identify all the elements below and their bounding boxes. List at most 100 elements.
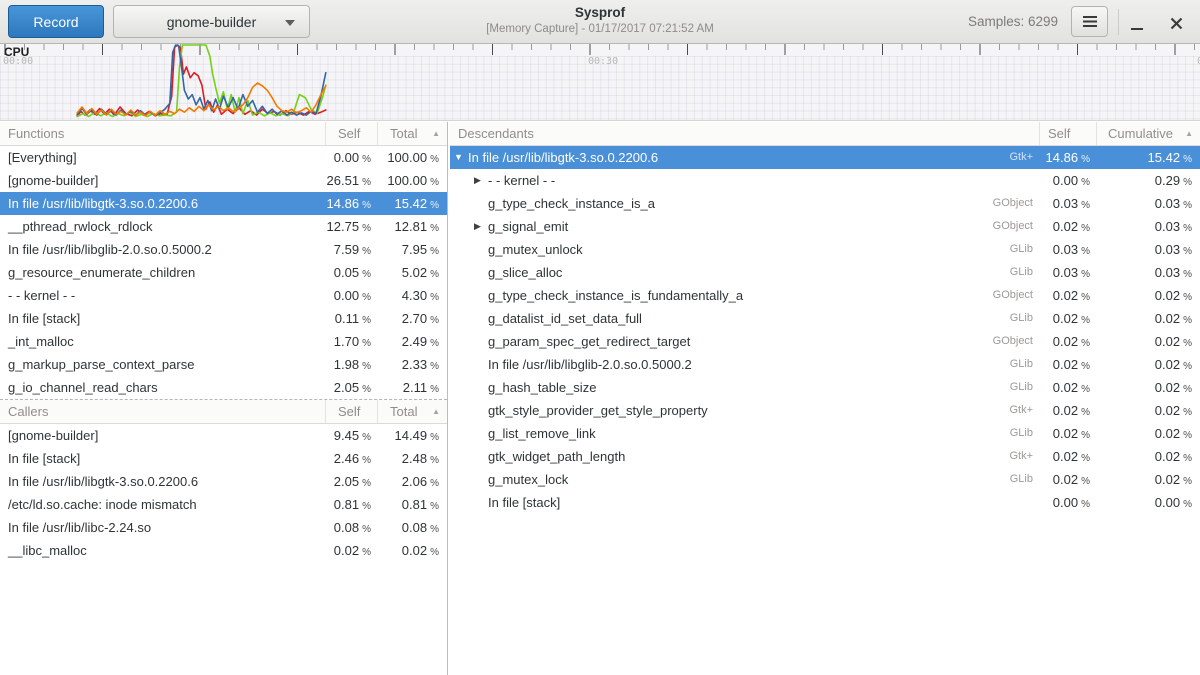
descendant-name-cell: g_type_check_instance_is_fundamentally_a… <box>450 284 1039 307</box>
descendant-row[interactable]: ▶g_signal_emitGObject0.02%0.03% <box>450 215 1200 238</box>
percent-sign: % <box>430 432 439 443</box>
percent-sign: % <box>1183 246 1192 257</box>
descendant-row[interactable]: In file [stack]0.00%0.00% <box>450 491 1200 514</box>
descendant-name-cell: gtk_widget_path_lengthGtk+ <box>450 445 1039 468</box>
cpu-graph[interactable]: CPU 00:00 00:30 01:00 <box>0 44 1200 121</box>
functions-column-header[interactable]: Functions <box>0 122 325 145</box>
sort-ascending-icon: ▲ <box>1185 122 1193 145</box>
close-button[interactable] <box>1163 10 1189 36</box>
function-row[interactable]: g_resource_enumerate_children0.05%5.02% <box>0 261 447 284</box>
process-selector-dropdown[interactable]: gnome-builder <box>113 5 310 38</box>
self-percent: 0.02% <box>1039 468 1096 491</box>
descendant-name-cell: g_hash_table_sizeGLib <box>450 376 1039 399</box>
function-name: g_resource_enumerate_children <box>0 261 325 284</box>
percent-sign: % <box>1183 499 1192 510</box>
descendant-row[interactable]: g_type_check_instance_is_aGObject0.03%0.… <box>450 192 1200 215</box>
callers-column-header[interactable]: Callers <box>0 400 325 423</box>
percent-sign: % <box>362 455 371 466</box>
function-row[interactable]: [Everything]0.00%100.00% <box>0 146 447 169</box>
percent-sign: % <box>1183 476 1192 487</box>
library-badge: GObject <box>983 330 1039 353</box>
descendant-row[interactable]: g_mutex_lockGLib0.02%0.02% <box>450 468 1200 491</box>
record-button[interactable]: Record <box>8 5 104 38</box>
callers-list: [gnome-builder]9.45%14.49%In file [stack… <box>0 424 447 562</box>
percent-sign: % <box>362 501 371 512</box>
descendant-row[interactable]: gtk_widget_path_lengthGtk+0.02%0.02% <box>450 445 1200 468</box>
self-percent: 0.02% <box>1039 307 1096 330</box>
self-percent: 0.00% <box>325 146 377 169</box>
self-percent: 14.86% <box>325 192 377 215</box>
cumulative-percent: 0.02% <box>1096 284 1200 307</box>
self-percent: 2.46% <box>325 447 377 470</box>
library-badge: GLib <box>1000 238 1039 261</box>
descendant-name-cell: g_list_remove_linkGLib <box>450 422 1039 445</box>
function-row[interactable]: __pthread_rwlock_rdlock12.75%12.81% <box>0 215 447 238</box>
cumulative-column-header[interactable]: Cumulative ▲ <box>1096 122 1200 145</box>
percent-sign: % <box>1183 384 1192 395</box>
expander-collapsed-icon[interactable]: ▶ <box>474 169 488 192</box>
descendant-row[interactable]: ▶- - kernel - -0.00%0.29% <box>450 169 1200 192</box>
percent-sign: % <box>1081 154 1090 165</box>
expander-collapsed-icon[interactable]: ▶ <box>474 215 488 238</box>
menu-button[interactable] <box>1071 6 1108 37</box>
function-row[interactable]: In file /usr/lib/libgtk-3.so.0.2200.614.… <box>0 192 447 215</box>
total-column-header[interactable]: Total ▲ <box>377 122 447 145</box>
function-row[interactable]: In file [stack]0.11%2.70% <box>0 307 447 330</box>
descendant-row[interactable]: g_param_spec_get_redirect_targetGObject0… <box>450 330 1200 353</box>
self-percent: 7.59% <box>325 238 377 261</box>
self-percent: 12.75% <box>325 215 377 238</box>
descendants-self-column-header[interactable]: Self <box>1039 122 1096 145</box>
self-percent: 0.03% <box>1039 238 1096 261</box>
percent-sign: % <box>362 315 371 326</box>
self-percent: 0.08% <box>325 516 377 539</box>
descendant-name-cell: g_type_check_instance_is_aGObject <box>450 192 1039 215</box>
minimize-button[interactable] <box>1124 10 1150 36</box>
function-row[interactable]: - - kernel - -0.00%4.30% <box>0 284 447 307</box>
caller-row[interactable]: /etc/ld.so.cache: inode mismatch0.81%0.8… <box>0 493 447 516</box>
cumulative-percent: 0.02% <box>1096 468 1200 491</box>
descendant-row[interactable]: g_list_remove_linkGLib0.02%0.02% <box>450 422 1200 445</box>
self-percent: 0.02% <box>325 539 377 562</box>
percent-sign: % <box>362 524 371 535</box>
function-row[interactable]: In file /usr/lib/libglib-2.0.so.0.5000.2… <box>0 238 447 261</box>
caller-row[interactable]: In file /usr/lib/libc-2.24.so0.08%0.08% <box>0 516 447 539</box>
descendants-header: Descendants Self Cumulative ▲ <box>450 122 1200 146</box>
percent-sign: % <box>1183 361 1192 372</box>
function-name: [gnome-builder] <box>0 424 325 447</box>
descendant-row[interactable]: g_hash_table_sizeGLib0.02%0.02% <box>450 376 1200 399</box>
caller-row[interactable]: [gnome-builder]9.45%14.49% <box>0 424 447 447</box>
descendant-row[interactable]: ▼In file /usr/lib/libgtk-3.so.0.2200.6Gt… <box>450 146 1200 169</box>
self-percent: 2.05% <box>325 376 377 399</box>
function-name: [gnome-builder] <box>0 169 325 192</box>
descendants-column-header[interactable]: Descendants <box>450 122 1039 145</box>
expander-expanded-icon[interactable]: ▼ <box>454 146 468 169</box>
caller-row[interactable]: In file /usr/lib/libgtk-3.so.0.2200.62.0… <box>0 470 447 493</box>
function-row[interactable]: [gnome-builder]26.51%100.00% <box>0 169 447 192</box>
percent-sign: % <box>362 432 371 443</box>
self-percent: 0.02% <box>1039 215 1096 238</box>
descendant-name: g_type_check_instance_is_fundamentally_a <box>488 284 743 307</box>
descendant-row[interactable]: gtk_style_provider_get_style_propertyGtk… <box>450 399 1200 422</box>
cumulative-percent: 0.03% <box>1096 238 1200 261</box>
function-name: [Everything] <box>0 146 325 169</box>
descendant-row[interactable]: g_type_check_instance_is_fundamentally_a… <box>450 284 1200 307</box>
callers-total-column-header[interactable]: Total ▲ <box>377 400 447 423</box>
caller-row[interactable]: __libc_malloc0.02%0.02% <box>0 539 447 562</box>
caller-row[interactable]: In file [stack]2.46%2.48% <box>0 447 447 470</box>
function-row[interactable]: _int_malloc1.70%2.49% <box>0 330 447 353</box>
percent-sign: % <box>362 547 371 558</box>
descendant-row[interactable]: g_datalist_id_set_data_fullGLib0.02%0.02… <box>450 307 1200 330</box>
function-row[interactable]: g_markup_parse_context_parse1.98%2.33% <box>0 353 447 376</box>
descendant-row[interactable]: In file /usr/lib/libglib-2.0.so.0.5000.2… <box>450 353 1200 376</box>
descendant-name-cell: g_datalist_id_set_data_fullGLib <box>450 307 1039 330</box>
percent-sign: % <box>1081 499 1090 510</box>
descendant-name: In file [stack] <box>488 491 560 514</box>
percent-sign: % <box>430 292 439 303</box>
percent-sign: % <box>1081 453 1090 464</box>
percent-sign: % <box>430 154 439 165</box>
self-column-header[interactable]: Self <box>325 122 377 145</box>
descendant-row[interactable]: g_slice_allocGLib0.03%0.03% <box>450 261 1200 284</box>
descendant-row[interactable]: g_mutex_unlockGLib0.03%0.03% <box>450 238 1200 261</box>
function-row[interactable]: g_io_channel_read_chars2.05%2.11% <box>0 376 447 399</box>
callers-self-column-header[interactable]: Self <box>325 400 377 423</box>
